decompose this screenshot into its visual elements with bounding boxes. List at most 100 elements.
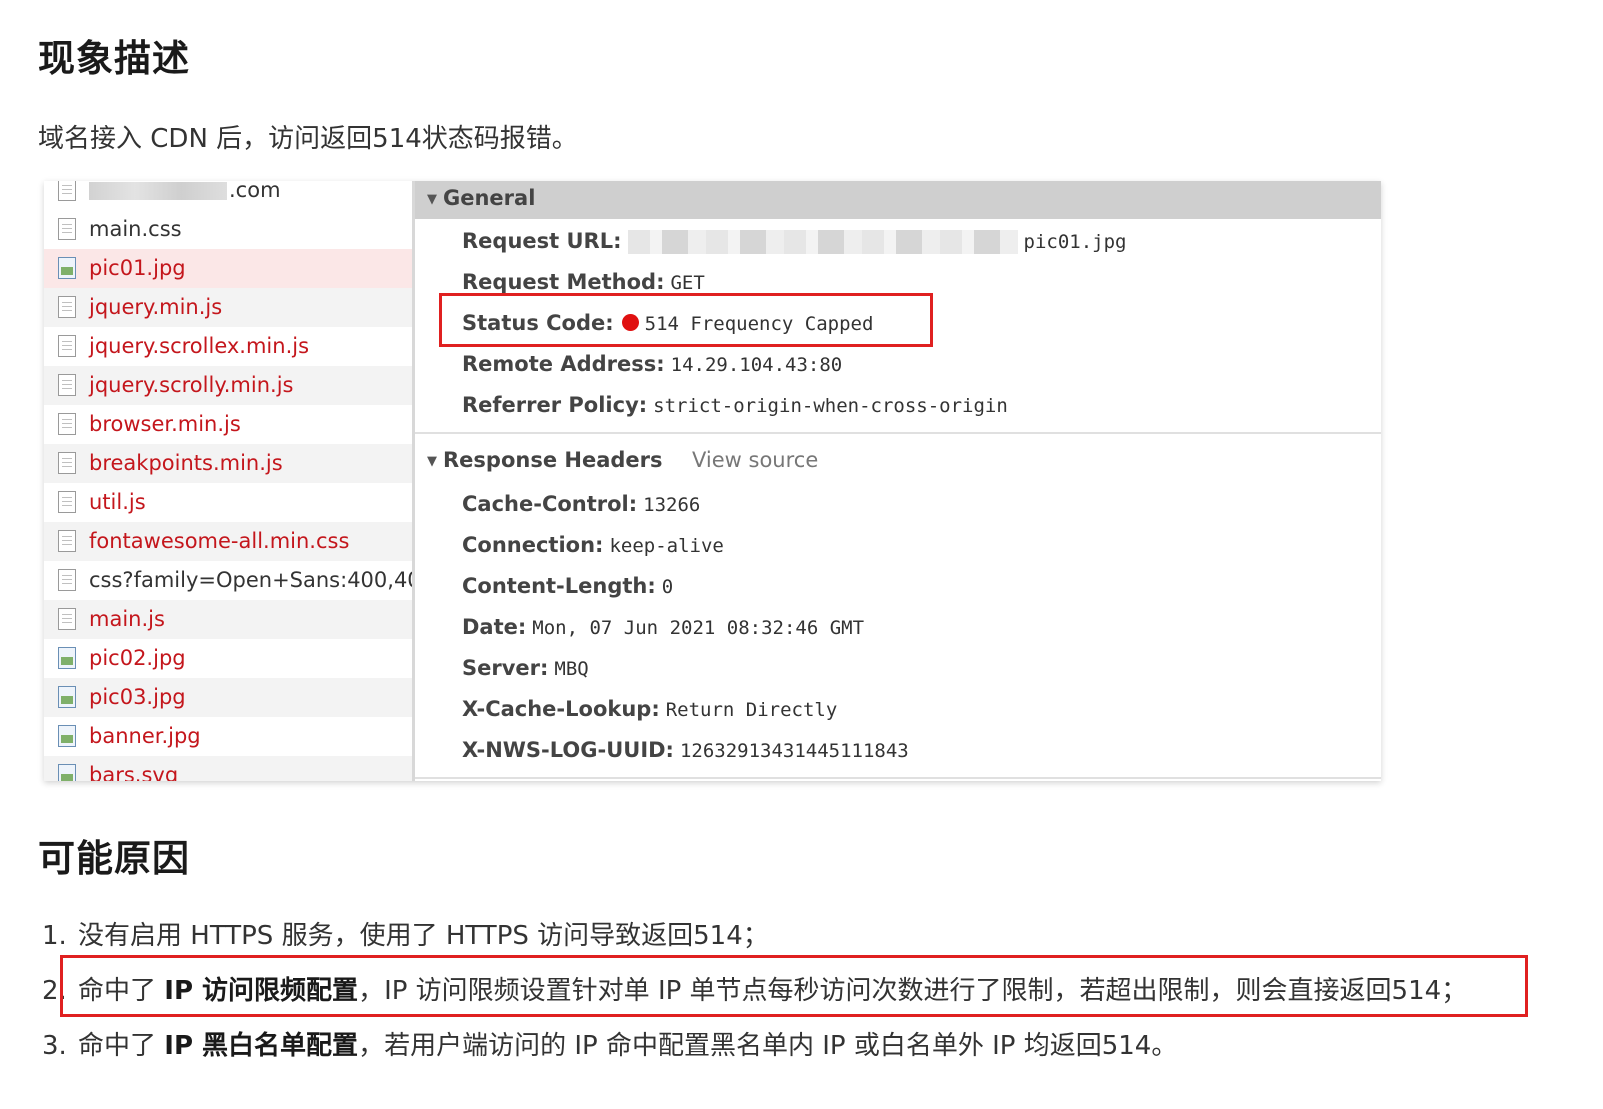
file-name: css?family=Open+Sans:400,40...	[89, 568, 412, 592]
header-value: Mon, 07 Jun 2021 08:32:46 GMT	[532, 617, 865, 639]
header-value: 0	[661, 576, 674, 598]
section-title-phenomenon: 现象描述	[38, 37, 190, 80]
request-file-list: .com main.css pic01.jpg jquery.min.js jq…	[44, 181, 415, 781]
file-row[interactable]: jquery.scrollex.min.js	[44, 327, 412, 366]
response-header-row: Date: Mon, 07 Jun 2021 08:32:46 GMT	[462, 611, 864, 643]
header-value: 13266	[643, 494, 701, 516]
document-icon	[58, 181, 76, 201]
response-headers-title: Response Headers	[443, 448, 663, 472]
redacted-url	[627, 230, 1018, 254]
document-icon	[58, 452, 76, 474]
file-row[interactable]: banner.jpg	[44, 717, 412, 756]
remote-address-row: Remote Address: 14.29.104.43:80	[462, 348, 842, 380]
file-row[interactable]: pic02.jpg	[44, 639, 412, 678]
list-text: ，若用户端访问的 IP 命中配置黑名单内 IP 或白名单外 IP 均返回514。	[358, 1031, 1178, 1061]
header-value: Return Directly	[665, 699, 838, 721]
image-file-icon	[58, 257, 76, 279]
header-key: Server:	[462, 656, 549, 680]
document-icon	[58, 218, 76, 240]
file-row[interactable]: bars.svg	[44, 756, 412, 781]
image-file-icon	[58, 725, 76, 747]
referrer-policy-value: strict-origin-when-cross-origin	[653, 395, 1008, 417]
cause-highlight-box	[60, 955, 1528, 1017]
response-header-row: Server: MBQ	[462, 652, 589, 684]
status-code-highlight-box	[439, 293, 933, 347]
header-key: Cache-Control:	[462, 492, 638, 516]
file-name: main.js	[89, 607, 165, 631]
header-key: Content-Length:	[462, 574, 656, 598]
document-icon	[58, 413, 76, 435]
file-name: browser.min.js	[89, 412, 241, 436]
file-row[interactable]: jquery.scrolly.min.js	[44, 366, 412, 405]
devtools-network-screenshot: .com main.css pic01.jpg jquery.min.js jq…	[44, 181, 1381, 781]
file-name: bars.svg	[89, 763, 179, 781]
header-value: 12632913431445111843	[679, 740, 909, 762]
list-number: 1.	[42, 921, 67, 951]
file-row-selected[interactable]: pic01.jpg	[44, 249, 412, 288]
image-file-icon	[58, 764, 76, 781]
headers-panel: ▼ General Request URL: pic01.jpg Request M…	[415, 181, 1381, 781]
section-divider	[415, 777, 1381, 779]
request-url-value: pic01.jpg	[1023, 231, 1127, 253]
file-name: jquery.scrolly.min.js	[89, 373, 294, 397]
file-name: jquery.scrollex.min.js	[89, 334, 310, 358]
cause-list-item: 1. 没有启用 HTTPS 服务，使用了 HTTPS 访问导致返回514；	[42, 915, 769, 952]
file-name: banner.jpg	[89, 724, 201, 748]
file-row[interactable]: browser.min.js	[44, 405, 412, 444]
request-url-row: Request URL: pic01.jpg	[462, 225, 1126, 257]
section-divider	[415, 432, 1381, 434]
file-row[interactable]: css?family=Open+Sans:400,40...	[44, 561, 412, 600]
triangle-down-icon: ▼	[427, 192, 437, 207]
file-name: util.js	[89, 490, 146, 514]
header-key: X-NWS-LOG-UUID:	[462, 738, 674, 762]
file-row[interactable]: main.css	[44, 210, 412, 249]
header-value: keep-alive	[609, 535, 724, 557]
list-text: 没有启用 HTTPS 服务，使用了 HTTPS 访问导致返回514；	[78, 921, 769, 951]
file-name: fontawesome-all.min.css	[89, 529, 350, 553]
file-row[interactable]: pic03.jpg	[44, 678, 412, 717]
general-title: General	[443, 186, 536, 210]
section-title-possible-causes: 可能原因	[38, 837, 190, 880]
file-row[interactable]: fontawesome-all.min.css	[44, 522, 412, 561]
view-source-link[interactable]: View source	[692, 443, 818, 477]
file-name: breakpoints.min.js	[89, 451, 283, 475]
document-icon	[58, 530, 76, 552]
response-header-row: X-NWS-LOG-UUID: 12632913431445111843	[462, 734, 909, 766]
file-name: pic01.jpg	[89, 256, 186, 280]
response-header-row: Content-Length: 0	[462, 570, 673, 602]
document-icon	[58, 569, 76, 591]
request-method-value: GET	[670, 272, 705, 294]
document-icon	[58, 374, 76, 396]
file-row[interactable]: breakpoints.min.js	[44, 444, 412, 483]
header-key: Connection:	[462, 533, 604, 557]
file-row[interactable]: main.js	[44, 600, 412, 639]
file-row[interactable]: .com	[44, 181, 412, 210]
file-name-text: .com	[229, 181, 281, 202]
header-key: X-Cache-Lookup:	[462, 697, 660, 721]
triangle-down-icon: ▼	[427, 454, 437, 469]
redacted-domain	[89, 182, 227, 200]
file-name: main.css	[89, 217, 182, 241]
response-header-row: Cache-Control: 13266	[462, 488, 700, 520]
general-section-header[interactable]: ▼ General	[415, 181, 1381, 219]
image-file-icon	[58, 686, 76, 708]
cause-list-item: 3. 命中了 IP 黑白名单配置，若用户端访问的 IP 命中配置黑名单内 IP 或…	[42, 1025, 1177, 1062]
response-header-row: X-Cache-Lookup: Return Directly	[462, 693, 837, 725]
phenomenon-description: 域名接入 CDN 后，访问返回514状态码报错。	[38, 124, 578, 154]
response-headers-section-header[interactable]: ▼ Response Headers View source	[415, 443, 1381, 481]
request-method-label: Request Method:	[462, 270, 665, 294]
response-header-row: Connection: keep-alive	[462, 529, 724, 561]
document-icon	[58, 608, 76, 630]
remote-address-label: Remote Address:	[462, 352, 665, 376]
referrer-policy-row: Referrer Policy: strict-origin-when-cross…	[462, 389, 1008, 421]
file-row[interactable]: jquery.min.js	[44, 288, 412, 327]
document-icon	[58, 491, 76, 513]
document-icon	[58, 296, 76, 318]
file-row[interactable]: util.js	[44, 483, 412, 522]
referrer-policy-label: Referrer Policy:	[462, 393, 648, 417]
list-number: 3.	[42, 1031, 67, 1061]
image-file-icon	[58, 647, 76, 669]
document-icon	[58, 335, 76, 357]
list-bold-text: IP 黑白名单配置	[164, 1031, 359, 1061]
file-name: .com	[89, 181, 281, 210]
